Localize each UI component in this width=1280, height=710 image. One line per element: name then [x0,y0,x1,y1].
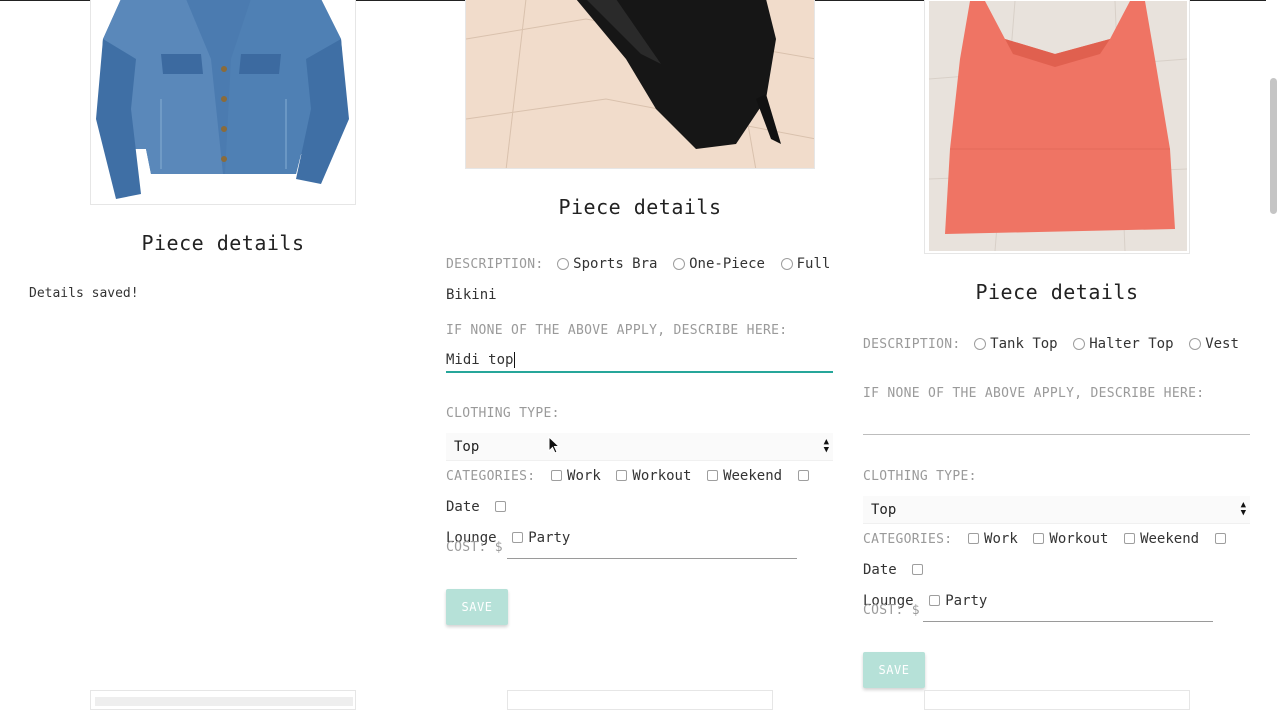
coral-tank-top-image[interactable] [924,0,1190,254]
other-description-label: IF NONE OF THE ABOVE APPLY, DESCRIBE HER… [446,323,788,338]
mouse-cursor-icon [548,436,560,454]
cost-label: COST: $ [446,540,503,555]
select-value: Top [454,439,480,455]
sports-bra-radio[interactable] [557,258,570,270]
input-underline-active [446,371,833,373]
other-description-input[interactable]: Midi top​ [446,352,516,368]
details-saved-message: Details saved! [29,286,139,301]
checkbox-label: Weekend [723,468,783,484]
one-piece-radio[interactable] [673,258,686,270]
party-checkbox[interactable] [512,532,524,543]
cost-input[interactable] [507,558,797,559]
description-label: DESCRIPTION: [446,257,544,272]
cost-label: COST: $ [863,603,920,618]
work-checkbox[interactable] [968,533,980,544]
save-button[interactable]: SAVE [446,589,508,625]
checkbox-label: Workout [632,468,692,484]
radio-label: Sports Bra [573,256,658,272]
checkbox-label: Date [446,499,480,515]
checkbox-label: Party [528,530,571,546]
cost-input[interactable] [923,621,1213,622]
categories-group: CATEGORIES: Work Workout Weekend Date Lo… [863,523,1263,616]
clothing-type-select[interactable]: Top ▲ ▼ [863,496,1250,524]
input-value: Midi top [446,352,514,368]
categories-label: CATEGORIES: [863,532,953,547]
other-description-input[interactable] [863,434,1250,435]
description-group: DESCRIPTION: Tank Top Halter Top Vest [863,333,1263,355]
page-scrollbar[interactable] [1266,0,1280,701]
save-button[interactable]: SAVE [863,652,925,688]
text-cursor: ​ [514,352,516,368]
full-bikini-radio[interactable] [780,258,793,270]
weekend-checkbox[interactable] [707,470,719,481]
categories-label: CATEGORIES: [446,469,536,484]
tank-top-radio[interactable] [974,338,987,350]
checkbox-label: Date [863,562,897,578]
checkbox-label: Workout [1049,531,1109,547]
work-checkbox[interactable] [551,470,563,481]
checkbox-label: Work [567,468,601,484]
checkbox-label: Weekend [1140,531,1200,547]
description-label: DESCRIPTION: [863,337,961,352]
clothing-type-label: CLOTHING TYPE: [446,406,560,421]
piece-details-title: Piece details [141,231,305,255]
next-piece-image[interactable] [507,690,773,710]
halter-top-radio[interactable] [1073,338,1086,350]
clothing-type-select[interactable]: Top ▲ ▼ [446,433,833,461]
scrollbar-thumb[interactable] [1270,78,1277,214]
cost-label-text: COST: $ [446,540,503,555]
select-arrows-icon: ▲ ▼ [1240,500,1246,518]
next-piece-image[interactable] [90,690,356,710]
checkbox-label: Party [945,593,988,609]
select-value: Top [871,502,897,518]
cost-label-text: COST: $ [863,603,920,618]
piece-details-title: Piece details [558,195,722,219]
lounge-checkbox[interactable] [912,564,924,575]
radio-label: One-Piece [689,256,765,272]
black-top-image[interactable] [465,0,815,169]
date-checkbox[interactable] [1214,533,1226,544]
next-piece-image[interactable] [924,690,1190,710]
weekend-checkbox[interactable] [1124,533,1136,544]
party-checkbox[interactable] [929,595,941,606]
piece-details-title: Piece details [975,280,1139,304]
radio-label: Vest [1205,336,1239,352]
clothing-type-label: CLOTHING TYPE: [863,469,977,484]
date-checkbox[interactable] [797,470,809,481]
description-group: DESCRIPTION: Sports Bra One-Piece Full B… [446,248,836,310]
radio-label: Tank Top [990,336,1058,352]
other-description-label: IF NONE OF THE ABOVE APPLY, DESCRIBE HER… [863,386,1205,401]
vest-radio[interactable] [1189,338,1202,350]
select-arrows-icon: ▲ ▼ [823,437,829,455]
denim-jacket-image[interactable] [90,0,356,205]
checkbox-label: Work [984,531,1018,547]
workout-checkbox[interactable] [1033,533,1045,544]
workout-checkbox[interactable] [616,470,628,481]
radio-label: Bikini [446,287,497,303]
lounge-checkbox[interactable] [495,501,507,512]
radio-label: Halter Top [1089,336,1174,352]
categories-group: CATEGORIES: Work Workout Weekend Date Lo… [446,460,836,553]
radio-label: Full [796,256,831,272]
